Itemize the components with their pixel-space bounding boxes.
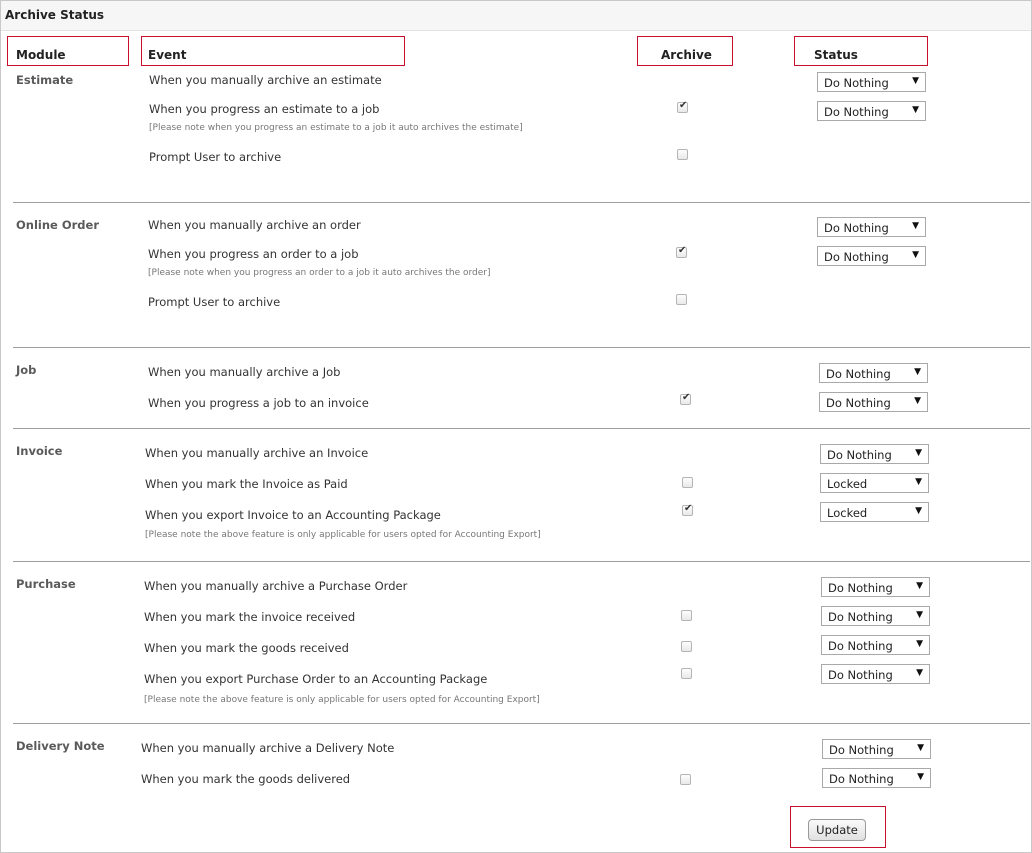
event-label: When you manually archive a Delivery Not…: [141, 741, 395, 755]
status-select[interactable]: Do Nothing ▼: [819, 363, 928, 383]
archive-checkbox[interactable]: [681, 610, 692, 621]
status-select[interactable]: Do Nothing ▼: [817, 217, 926, 237]
archive-checkbox[interactable]: [682, 503, 693, 516]
dropdown-arrow-icon: ▼: [912, 105, 919, 115]
status-select[interactable]: Do Nothing ▼: [822, 739, 931, 759]
dropdown-arrow-icon: ▼: [916, 610, 923, 620]
dropdown-arrow-icon: ▼: [912, 76, 919, 86]
event-label: When you progress an order to a job: [148, 247, 359, 261]
archive-checkbox[interactable]: [677, 100, 688, 113]
dropdown-arrow-icon: ▼: [916, 581, 923, 591]
status-select[interactable]: Do Nothing ▼: [817, 101, 926, 121]
status-select[interactable]: Do Nothing ▼: [817, 246, 926, 266]
event-label: When you progress a job to an invoice: [148, 396, 369, 410]
status-select[interactable]: Do Nothing ▼: [820, 444, 929, 464]
archive-checkbox[interactable]: [681, 668, 692, 679]
status-select[interactable]: Do Nothing ▼: [821, 606, 930, 626]
dropdown-arrow-icon: ▼: [912, 221, 919, 231]
module-label-online-order: Online Order: [16, 218, 99, 232]
dropdown-arrow-icon: ▼: [915, 506, 922, 516]
status-select[interactable]: Do Nothing ▼: [817, 72, 926, 92]
dropdown-arrow-icon: ▼: [915, 448, 922, 458]
dropdown-arrow-icon: ▼: [916, 668, 923, 678]
event-label: When you manually archive an order: [148, 218, 361, 232]
event-label: When you manually archive an estimate: [149, 73, 382, 87]
column-header-archive: Archive: [637, 36, 733, 66]
event-label: When you mark the goods delivered: [141, 772, 351, 786]
event-label: When you mark the Invoice as Paid: [145, 477, 348, 491]
event-label: Prompt User to archive: [148, 295, 281, 309]
event-label: When you export Invoice to an Accounting…: [145, 508, 441, 522]
dropdown-arrow-icon: ▼: [915, 477, 922, 487]
status-select[interactable]: Do Nothing ▼: [821, 664, 930, 684]
dropdown-arrow-icon: ▼: [914, 396, 921, 406]
event-note: [Please note the above feature is only a…: [144, 695, 540, 705]
section-divider: [13, 428, 1030, 429]
event-label: When you progress an estimate to a job: [149, 102, 380, 116]
archive-checkbox[interactable]: [680, 774, 691, 785]
module-label-invoice: Invoice: [16, 444, 63, 458]
column-header-event: Event: [141, 36, 405, 66]
archive-checkbox[interactable]: [682, 477, 693, 488]
event-label: When you export Purchase Order to an Acc…: [144, 672, 488, 686]
event-label: Prompt User to archive: [149, 150, 282, 164]
event-note: [Please note when you progress an order …: [148, 268, 491, 278]
section-divider: [13, 723, 1030, 724]
status-select[interactable]: Locked ▼: [820, 502, 929, 522]
section-divider: [13, 202, 1030, 203]
archive-checkbox[interactable]: [680, 392, 691, 405]
module-label-estimate: Estimate: [16, 73, 74, 87]
module-label-delivery-note: Delivery Note: [16, 739, 105, 753]
dropdown-arrow-icon: ▼: [916, 639, 923, 649]
event-label: When you manually archive a Job: [148, 365, 341, 379]
status-select[interactable]: Do Nothing ▼: [822, 768, 931, 788]
update-button[interactable]: Update: [808, 819, 866, 841]
archive-checkbox[interactable]: [676, 245, 687, 258]
event-note: [Please note the above feature is only a…: [145, 530, 541, 540]
dropdown-arrow-icon: ▼: [914, 367, 921, 377]
event-note: [Please note when you progress an estima…: [149, 123, 523, 133]
section-divider: [13, 347, 1030, 348]
event-label: When you mark the goods received: [144, 641, 349, 655]
dropdown-arrow-icon: ▼: [917, 772, 924, 782]
status-select[interactable]: Locked ▼: [820, 473, 929, 493]
dropdown-arrow-icon: ▼: [912, 250, 919, 260]
section-divider: [13, 561, 1030, 562]
event-label: When you manually archive a Purchase Ord…: [144, 579, 408, 593]
column-header-status: Status: [794, 36, 928, 66]
status-select[interactable]: Do Nothing ▼: [821, 635, 930, 655]
event-label: When you manually archive an Invoice: [145, 446, 369, 460]
panel-title: Archive Status: [5, 8, 105, 22]
dropdown-arrow-icon: ▼: [917, 743, 924, 753]
status-select[interactable]: Do Nothing ▼: [819, 392, 928, 412]
panel-header: Archive Status: [1, 1, 1031, 31]
event-label: When you mark the invoice received: [144, 610, 356, 624]
column-header-module: Module: [7, 36, 129, 66]
archive-checkbox[interactable]: [677, 149, 688, 160]
module-label-job: Job: [16, 363, 37, 377]
archive-checkbox[interactable]: [676, 294, 687, 305]
module-label-purchase: Purchase: [16, 577, 76, 591]
status-select[interactable]: Do Nothing ▼: [821, 577, 930, 597]
archive-checkbox[interactable]: [681, 641, 692, 652]
